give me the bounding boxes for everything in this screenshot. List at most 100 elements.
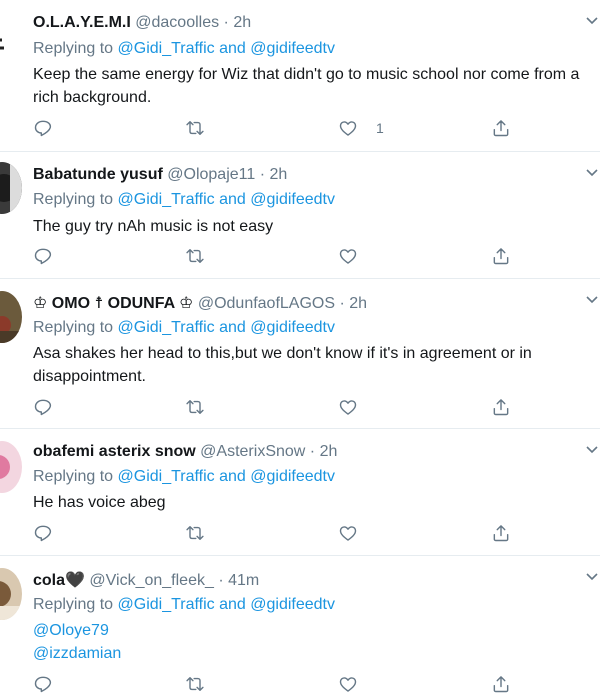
reply-icon	[34, 676, 52, 693]
replying-to: Replying to @Gidi_Traffic and @gidifeedt…	[33, 596, 335, 614]
reply-button[interactable]	[33, 521, 53, 545]
mention-link[interactable]: @Gidi_Traffic	[118, 40, 215, 57]
tweet-text: Keep the same energy for Wiz that didn't…	[33, 66, 580, 106]
user-handle[interactable]: @OdunfaofLAGOS	[198, 295, 335, 312]
retweet-icon	[186, 677, 204, 691]
timestamp[interactable]: 2h	[320, 443, 338, 460]
replying-to-label: Replying to	[33, 468, 114, 485]
like-icon	[339, 400, 357, 415]
mention-link[interactable]: @Gidi_Traffic	[118, 596, 215, 613]
timestamp[interactable]: 2h	[349, 295, 367, 312]
reply-button[interactable]	[33, 672, 53, 696]
caret-down-icon[interactable]	[584, 12, 600, 28]
tweet-header: obafemi asterix snow @AsterixSnow · 2h	[33, 443, 337, 461]
caret-down-icon[interactable]	[584, 164, 600, 180]
mention-link[interactable]: @gidifeedtv	[250, 596, 335, 613]
display-name[interactable]: obafemi asterix snow	[33, 443, 196, 460]
share-button[interactable]	[491, 116, 511, 140]
display-name[interactable]: cola🖤	[33, 572, 85, 589]
retweet-button[interactable]	[185, 672, 205, 696]
avatar[interactable]	[0, 441, 22, 493]
mention-link[interactable]: @gidifeedtv	[250, 319, 335, 336]
user-handle[interactable]: @AsterixSnow	[200, 443, 305, 460]
share-icon	[493, 399, 509, 416]
replying-to: Replying to @Gidi_Traffic and @gidifeedt…	[33, 40, 335, 58]
avatar-photo-image	[0, 291, 22, 343]
like-icon	[339, 249, 357, 264]
avatar[interactable]	[0, 14, 22, 66]
caret-down-icon[interactable]	[584, 568, 600, 584]
tweet[interactable]: ♔ OMO ☨ ODUNFA ♔ @OdunfaofLAGOS · 2h Rep…	[0, 279, 600, 429]
retweet-button[interactable]	[185, 521, 205, 545]
tweet[interactable]: cola🖤 @Vick_on_fleek_ · 41m Replying to …	[0, 556, 600, 700]
mention-link[interactable]: @gidifeedtv	[250, 40, 335, 57]
like-count: 1	[376, 120, 384, 136]
mention-link[interactable]: @Gidi_Traffic	[118, 319, 215, 336]
reply-button[interactable]	[33, 395, 53, 419]
action-bar: 1	[33, 116, 600, 140]
share-button[interactable]	[491, 395, 511, 419]
display-name[interactable]: Babatunde yusuf	[33, 166, 163, 183]
separator-dot: ·	[339, 295, 345, 312]
share-icon	[493, 248, 509, 265]
mention-link[interactable]: @gidifeedtv	[250, 468, 335, 485]
separator-dot: ·	[218, 572, 224, 589]
action-bar	[33, 244, 600, 268]
separator-dot: ·	[223, 14, 229, 31]
and-word[interactable]: and	[219, 319, 246, 336]
avatar-photo-image	[0, 162, 22, 214]
retweet-button[interactable]	[185, 244, 205, 268]
display-name[interactable]: O.L.A.Y.E.M.I	[33, 14, 131, 31]
mention-link[interactable]: @Oloye79	[33, 619, 600, 642]
avatar[interactable]	[0, 568, 22, 620]
tweet-header: ♔ OMO ☨ ODUNFA ♔ @OdunfaofLAGOS · 2h	[33, 293, 367, 313]
timestamp[interactable]: 2h	[269, 166, 287, 183]
replying-to: Replying to @Gidi_Traffic and @gidifeedt…	[33, 191, 335, 209]
caret-down-icon[interactable]	[584, 291, 600, 307]
retweet-button[interactable]	[185, 395, 205, 419]
mention-link[interactable]: @izzdamian	[33, 642, 600, 665]
tweet-text: The guy try nAh music is not easy	[33, 218, 274, 235]
retweet-button[interactable]	[185, 116, 205, 140]
display-name[interactable]: ♔ OMO ☨ ODUNFA ♔	[33, 295, 193, 312]
tweet[interactable]: O.L.A.Y.E.M.I @dacoolles · 2h Replying t…	[0, 0, 600, 152]
and-word[interactable]: and	[219, 596, 246, 613]
like-button[interactable]	[338, 395, 358, 419]
mention-link[interactable]: @Gidi_Traffic	[118, 468, 215, 485]
share-button[interactable]	[491, 521, 511, 545]
replying-to: Replying to @Gidi_Traffic and @gidifeedt…	[33, 468, 335, 486]
reply-button[interactable]	[33, 244, 53, 268]
like-icon	[339, 526, 357, 541]
like-button[interactable]: 1	[338, 116, 384, 140]
retweet-icon	[186, 249, 204, 263]
like-button[interactable]	[338, 244, 358, 268]
retweet-icon	[186, 121, 204, 135]
avatar[interactable]	[0, 291, 22, 343]
share-button[interactable]	[491, 244, 511, 268]
reply-button[interactable]	[33, 116, 53, 140]
share-button[interactable]	[491, 672, 511, 696]
like-button[interactable]	[338, 521, 358, 545]
replying-to-label: Replying to	[33, 40, 114, 57]
and-word[interactable]: and	[219, 40, 246, 57]
mention-link[interactable]: @gidifeedtv	[250, 191, 335, 208]
share-icon	[493, 676, 509, 693]
tweet[interactable]: Babatunde yusuf @Olopaje11 · 2h Replying…	[0, 152, 600, 279]
avatar-photo-image	[0, 441, 22, 493]
separator-dot: ·	[309, 443, 316, 460]
and-word[interactable]: and	[219, 468, 246, 485]
reply-icon	[34, 399, 52, 416]
tweet[interactable]: obafemi asterix snow @AsterixSnow · 2h R…	[0, 429, 600, 556]
user-handle[interactable]: @Olopaje11	[167, 166, 255, 183]
and-word[interactable]: and	[219, 191, 246, 208]
mention-link[interactable]: @Gidi_Traffic	[118, 191, 215, 208]
caret-down-icon[interactable]	[584, 441, 600, 457]
user-handle[interactable]: @Vick_on_fleek_	[89, 572, 213, 589]
replying-to-label: Replying to	[33, 191, 114, 208]
timestamp[interactable]: 41m	[228, 572, 259, 589]
user-handle[interactable]: @dacoolles	[135, 14, 219, 31]
avatar[interactable]	[0, 162, 22, 214]
timestamp[interactable]: 2h	[233, 14, 251, 31]
like-button[interactable]	[338, 672, 358, 696]
reply-icon	[34, 120, 52, 137]
